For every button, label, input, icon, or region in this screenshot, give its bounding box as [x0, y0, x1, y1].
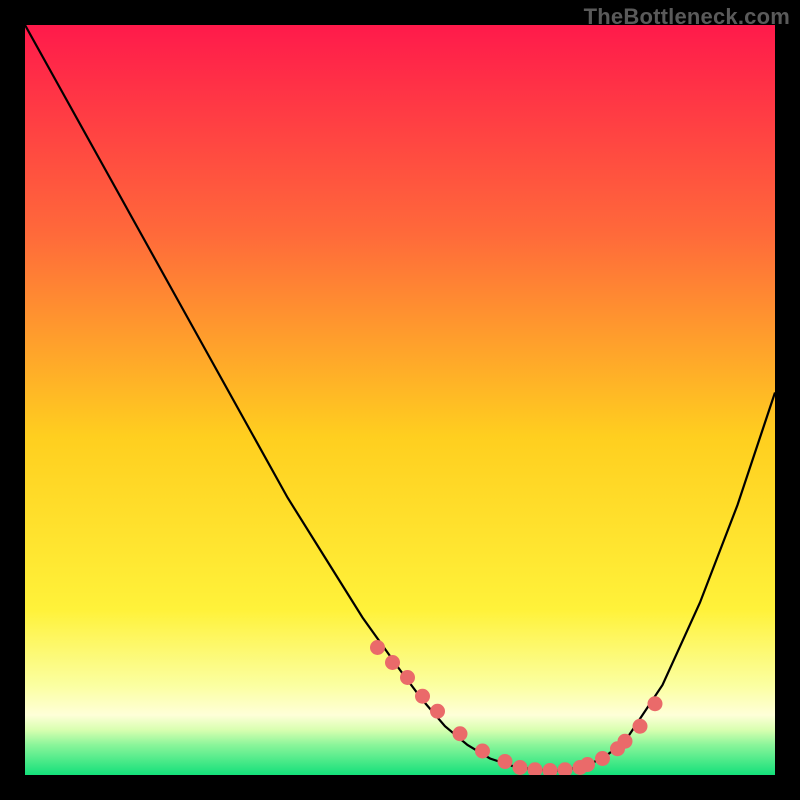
highlight-dot [580, 757, 595, 772]
highlight-dot [430, 704, 445, 719]
highlight-dot [498, 754, 513, 769]
plot-area [25, 25, 775, 775]
highlight-dot [633, 719, 648, 734]
highlight-dot [453, 726, 468, 741]
highlight-dot [648, 696, 663, 711]
highlight-dot [618, 734, 633, 749]
highlight-dot [400, 670, 415, 685]
highlight-dot [415, 689, 430, 704]
highlight-dot [513, 760, 528, 775]
chart-svg [25, 25, 775, 775]
chart-frame: TheBottleneck.com [0, 0, 800, 800]
highlight-dot [385, 655, 400, 670]
highlight-dot [370, 640, 385, 655]
highlight-dot [475, 744, 490, 759]
highlight-dot [595, 751, 610, 766]
